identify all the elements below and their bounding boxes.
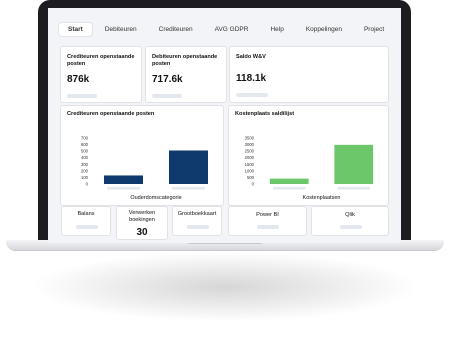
y-tick-label: 3500	[245, 136, 255, 141]
bar[interactable]	[169, 150, 208, 184]
y-tick-label: 0	[252, 182, 255, 187]
y-tick-label: 700	[81, 136, 89, 141]
y-tick-label: 100	[81, 175, 89, 180]
kpi-title: Debiteuren openstaande posten	[152, 54, 218, 67]
placeholder-bar	[236, 93, 268, 97]
tile-verwerken-boekingen[interactable]: Verwerken boekingen 30	[116, 206, 168, 240]
chart-card-kostenplaats: Kostenplaats saldilijst 0 500 1000 1500 2000…	[228, 105, 389, 206]
kpi-card-crediteuren[interactable]: Crediteuren openstaande posten 876k	[60, 46, 142, 103]
bar[interactable]	[334, 144, 374, 184]
y-tick-label: 3000	[245, 142, 255, 147]
kpi-title: Saldo W&V	[236, 54, 266, 60]
dashboard-screen: Start Debiteuren Crediteuren AVG GDPR He…	[48, 8, 401, 243]
tile-grootboekkaart[interactable]: Grootboekkaart	[172, 206, 222, 236]
placeholder-bar	[187, 225, 209, 229]
tile-value: 30	[136, 227, 148, 238]
kpi-title: Crediteuren openstaande posten	[67, 54, 135, 67]
tile-label: Balans	[77, 211, 95, 217]
y-tick-label: 400	[81, 155, 89, 160]
x-tick-placeholder	[172, 187, 205, 190]
tab-project[interactable]: Project	[355, 23, 393, 36]
tab-bar: Start Debiteuren Crediteuren AVG GDPR He…	[59, 23, 393, 36]
tile-label: Qlik	[345, 212, 355, 218]
tab-debiteuren[interactable]: Debiteuren	[96, 23, 146, 36]
bar[interactable]	[104, 175, 143, 184]
tile-qlik[interactable]: Qlik	[311, 206, 389, 236]
y-tick-label: 600	[81, 142, 89, 147]
placeholder-bar	[152, 94, 182, 98]
y-tick-label: 1000	[245, 168, 255, 173]
y-tick-label: 0	[86, 182, 89, 187]
tab-start[interactable]: Start	[59, 23, 92, 36]
placeholder-bar	[67, 94, 97, 98]
kpi-card-debiteuren[interactable]: Debiteuren openstaande posten 717.6k	[145, 46, 227, 103]
chart-crediteuren: 0 100 200300 400500 600700 Ouderdomscategorie	[81, 136, 208, 201]
chart-card-crediteuren: Crediteuren openstaande posten 0 100 200 30…	[60, 105, 224, 206]
x-axis-label: Ouderdomscategorie	[130, 195, 181, 201]
kpi-value: 876k	[67, 74, 90, 85]
x-tick-placeholder	[337, 187, 371, 190]
y-tick-label: 300	[81, 162, 89, 167]
tile-balans[interactable]: Balans	[61, 206, 111, 236]
x-tick-placeholder	[272, 187, 306, 190]
tab-crediteuren[interactable]: Crediteuren	[150, 23, 202, 36]
kpi-value: 118.1k	[236, 73, 267, 84]
x-axis-label: Kostenplaatsen	[303, 195, 341, 201]
kpi-card-saldo[interactable]: Saldo W&V 118.1k	[229, 46, 389, 103]
tile-label: Verwerken boekingen	[128, 210, 156, 223]
y-tick-label: 500	[81, 149, 89, 154]
kpi-value: 717.6k	[152, 74, 183, 85]
tab-koppelingen[interactable]: Koppelingen	[297, 23, 351, 36]
tab-avg-gdpr[interactable]: AVG GDPR	[206, 23, 258, 36]
bar[interactable]	[269, 178, 309, 184]
placeholder-bar	[340, 225, 362, 229]
y-tick-label: 2500	[245, 149, 255, 154]
laptop-shadow	[30, 252, 420, 322]
placeholder-bar	[76, 225, 98, 229]
placeholder-bar	[257, 225, 279, 229]
tile-label: Grootboekkaart	[177, 211, 217, 217]
y-tick-label: 200	[81, 168, 89, 173]
x-tick-placeholder	[107, 187, 140, 190]
y-tick-label: 2000	[245, 155, 255, 160]
tile-power-bi[interactable]: Power BI	[228, 206, 307, 236]
tab-help[interactable]: Help	[261, 23, 292, 36]
tile-label: Power BI	[256, 212, 279, 218]
y-tick-label: 500	[247, 175, 255, 180]
chart-kostenplaats: 0 500 10001500 20002500 30003500 Kostenplaats…	[245, 136, 374, 201]
y-tick-label: 1500	[245, 162, 255, 167]
